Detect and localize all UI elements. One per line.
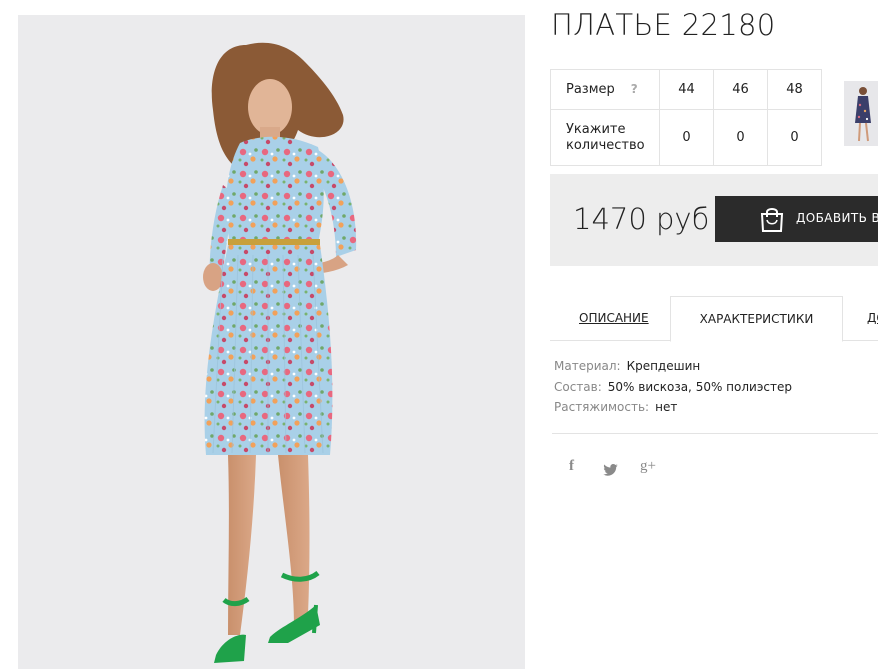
google-plus-icon[interactable]: g+ xyxy=(640,458,656,475)
tab-delivery-label: ДО xyxy=(867,311,878,325)
characteristic-row-material: Материал: Крепдешин xyxy=(554,359,792,380)
characteristics-list: Материал: Крепдешин Состав: 50% вискоза, 5… xyxy=(554,359,792,421)
characteristic-value: нет xyxy=(655,400,678,414)
twitter-icon[interactable] xyxy=(603,461,618,480)
tab-delivery[interactable]: ДО xyxy=(867,296,878,341)
characteristic-key: Растяжимость: xyxy=(554,400,650,414)
size-label: Размер xyxy=(566,82,615,97)
size-help-icon[interactable]: ? xyxy=(631,81,638,97)
add-to-cart-button[interactable]: ДОБАВИТЬ В xyxy=(715,196,878,242)
tab-description[interactable]: ОПИСАНИЕ xyxy=(579,296,649,341)
add-to-cart-label: ДОБАВИТЬ В xyxy=(796,211,878,225)
tab-characteristics[interactable]: ХАРАКТЕРИСТИКИ xyxy=(670,296,843,342)
quantity-label-cell: Укажите количество xyxy=(550,109,660,166)
characteristic-row-composition: Состав: 50% вискоза, 50% полиэстер xyxy=(554,380,792,401)
product-title: ПЛАТЬЕ 22180 xyxy=(551,8,776,42)
quantity-input-44[interactable]: 0 xyxy=(659,109,714,166)
tab-characteristics-label: ХАРАКТЕРИСТИКИ xyxy=(699,312,814,326)
characteristic-key: Состав: xyxy=(554,379,602,394)
size-option-48[interactable]: 48 xyxy=(767,69,822,110)
characteristic-value: 50% вискоза, 50% полиэстер xyxy=(607,379,793,394)
price-box: 1470 руб ДОБАВИТЬ В xyxy=(550,174,878,266)
facebook-icon[interactable]: f xyxy=(569,458,574,475)
product-photo[interactable] xyxy=(18,15,525,669)
thumbnail-image xyxy=(844,81,878,146)
quantity-input-46[interactable]: 0 xyxy=(713,109,768,166)
characteristic-value: Крепдешин xyxy=(626,359,701,373)
shopping-bag-icon xyxy=(758,205,786,236)
characteristic-row-stretch: Растяжимость: нет xyxy=(554,400,792,421)
tab-description-label: ОПИСАНИЕ xyxy=(579,311,649,325)
size-option-44[interactable]: 44 xyxy=(659,69,714,110)
dress-model-image xyxy=(18,15,525,669)
quantity-input-48[interactable]: 0 xyxy=(767,109,822,166)
size-label-cell: Размер? xyxy=(550,69,660,110)
product-price: 1470 руб xyxy=(573,202,710,236)
product-thumbnail[interactable] xyxy=(844,81,878,146)
divider xyxy=(552,433,878,434)
quantity-label-line2: количество xyxy=(566,137,645,153)
quantity-label-line1: Укажите xyxy=(566,121,626,137)
quantity-row: Укажите количество 0 0 0 xyxy=(550,109,822,166)
characteristic-key: Материал: xyxy=(554,359,621,373)
size-table: Размер? 44 46 48 Укажите количество 0 0 … xyxy=(550,69,822,166)
size-row: Размер? 44 46 48 xyxy=(550,69,822,110)
size-option-46[interactable]: 46 xyxy=(713,69,768,110)
product-tabs: ОПИСАНИЕ ХАРАКТЕРИСТИКИ ДО xyxy=(550,296,878,342)
